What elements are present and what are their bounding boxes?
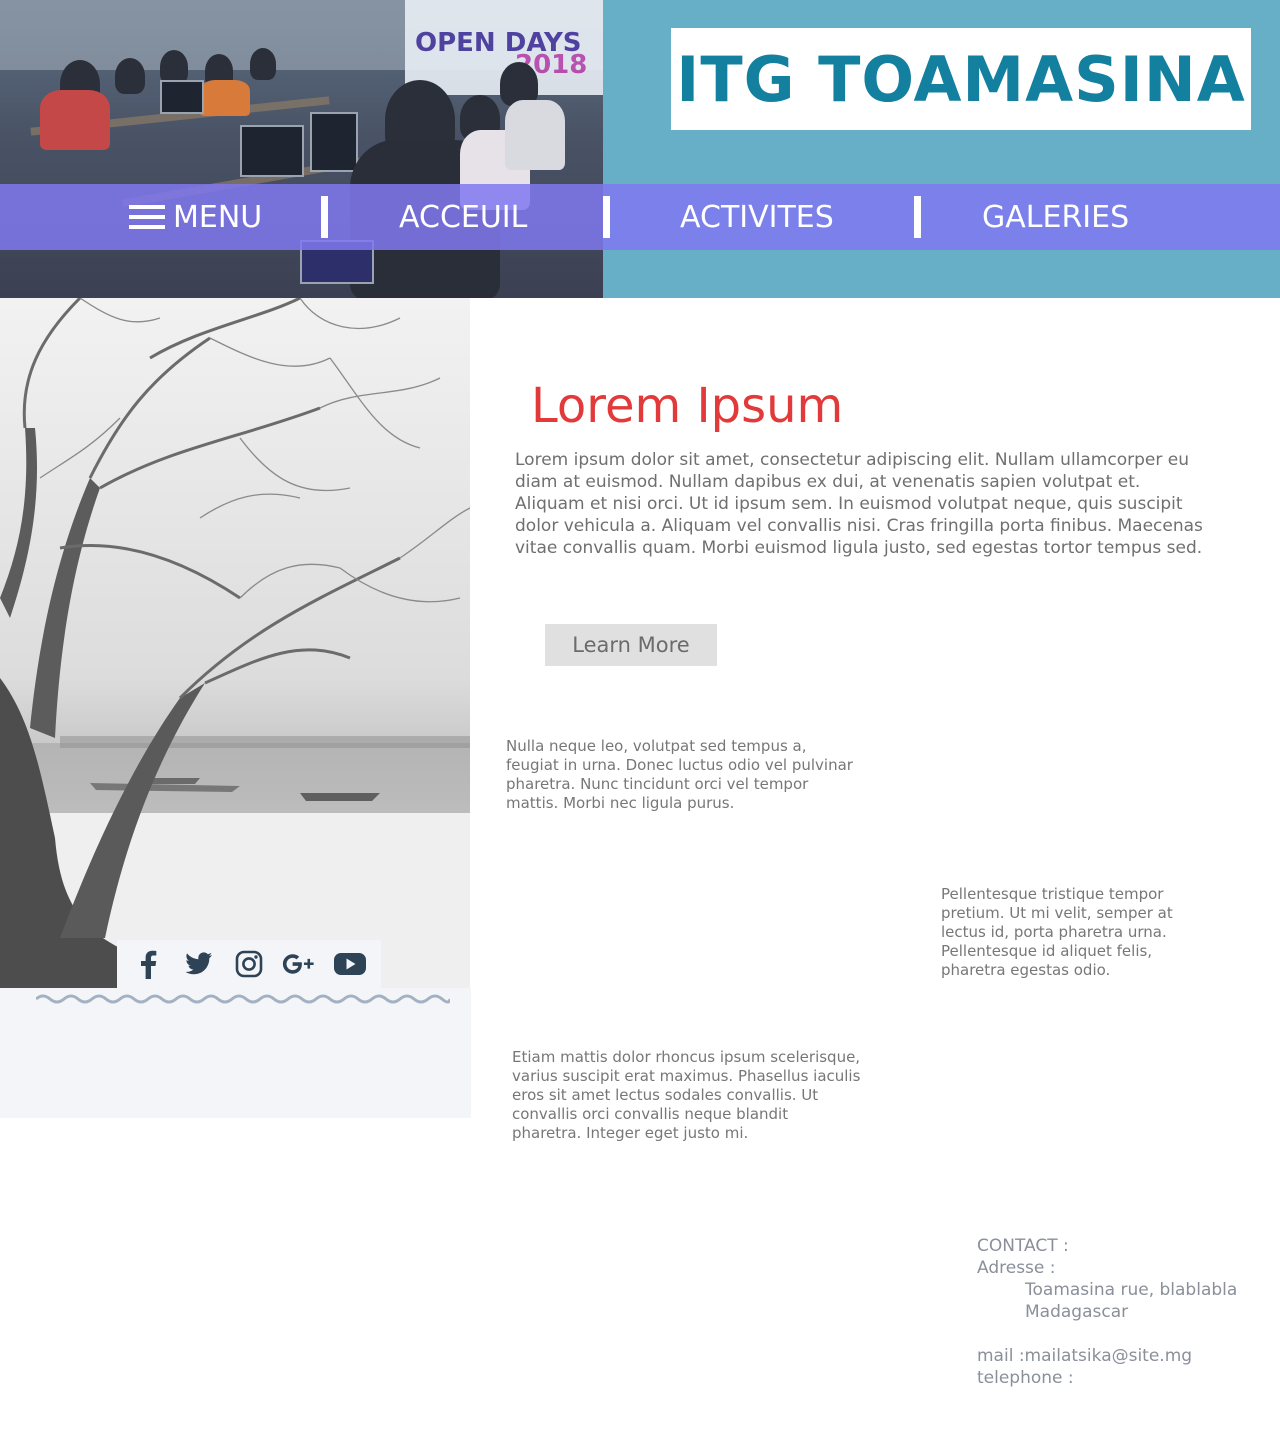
contact-mail[interactable]: mail :mailatsika@site.mg bbox=[977, 1345, 1267, 1367]
text-block-1: Nulla neque leo, volutpat sed tempus a, … bbox=[506, 737, 853, 812]
facebook-icon[interactable] bbox=[131, 947, 165, 981]
instagram-icon[interactable] bbox=[232, 947, 266, 981]
address-label: Adresse : bbox=[977, 1258, 1056, 1278]
beach-tree-photo bbox=[0, 298, 470, 988]
menu-button[interactable]: MENU bbox=[129, 184, 262, 250]
google-plus-icon[interactable] bbox=[282, 947, 316, 981]
main-navbar: MENU ACCEUIL ACTIVITES GALERIES bbox=[0, 184, 1280, 250]
text-block-2: Pellentesque tristique tempor pretium. U… bbox=[941, 885, 1173, 979]
nav-separator bbox=[914, 196, 921, 238]
nav-separator bbox=[603, 196, 610, 238]
text-block-3: Etiam mattis dolor rhoncus ipsum sceleri… bbox=[512, 1048, 861, 1142]
contact-block: CONTACT : Adresse : Toamasina rue, blabl… bbox=[977, 1235, 1267, 1389]
site-title: ITG TOAMASINA bbox=[676, 42, 1246, 116]
twitter-icon[interactable] bbox=[182, 947, 216, 981]
wave-divider bbox=[36, 994, 450, 1004]
social-links bbox=[117, 940, 381, 988]
learn-more-button[interactable]: Learn More bbox=[545, 624, 717, 666]
intro-paragraph: Lorem ipsum dolor sit amet, consectetur … bbox=[515, 450, 1203, 558]
section-heading: Lorem Ipsum bbox=[531, 378, 844, 434]
nav-item-galeries[interactable]: GALERIES bbox=[982, 184, 1129, 250]
contact-title: CONTACT : bbox=[977, 1236, 1069, 1256]
hamburger-icon bbox=[129, 205, 165, 229]
header-photo: OPEN DAYS 2018 bbox=[0, 0, 603, 298]
menu-label: MENU bbox=[173, 199, 263, 235]
address-line-2: Madagascar bbox=[1025, 1302, 1129, 1322]
youtube-icon[interactable] bbox=[333, 947, 367, 981]
contact-telephone: telephone : bbox=[977, 1368, 1074, 1388]
address-line-1: Toamasina rue, blablabla bbox=[1025, 1280, 1238, 1300]
site-title-box: ITG TOAMASINA bbox=[671, 28, 1251, 130]
nav-separator bbox=[321, 196, 328, 238]
nav-item-activites[interactable]: ACTIVITES bbox=[680, 184, 834, 250]
nav-item-acceuil[interactable]: ACCEUIL bbox=[399, 184, 527, 250]
site-header: OPEN DAYS 2018 ITG TOAMASINA MENU ACCEUI… bbox=[0, 0, 1280, 298]
